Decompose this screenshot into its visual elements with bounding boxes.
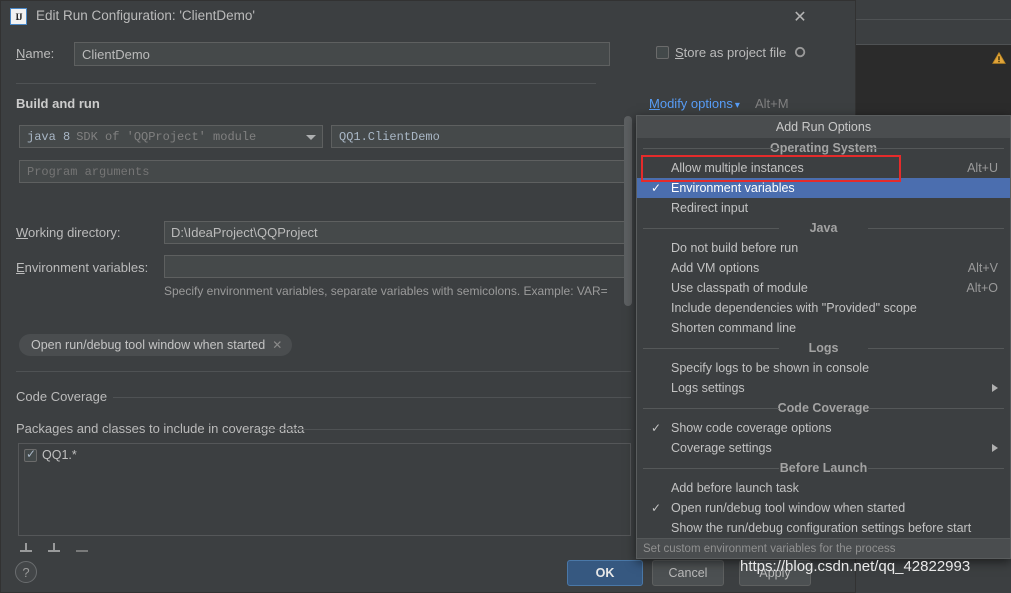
chevron-down-icon[interactable] <box>306 135 316 140</box>
menu-item-label: Specify logs to be shown in console <box>671 361 870 375</box>
gear-icon[interactable] <box>794 46 807 59</box>
check-icon: ✓ <box>651 421 662 435</box>
menu-item-shorten-command-line[interactable]: Shorten command line <box>637 318 1010 338</box>
build-and-run-heading: Build and run <box>16 96 100 111</box>
add-class-button[interactable] <box>46 539 62 555</box>
menu-group-logs: Logs <box>637 338 1010 358</box>
remove-button[interactable] <box>74 539 90 555</box>
chevron-right-icon <box>992 384 998 392</box>
menu-item-specify-logs-to-be-shown-in-console[interactable]: Specify logs to be shown in console <box>637 358 1010 378</box>
menu-item-label: Add VM options <box>671 261 760 275</box>
menu-item-label: Show the run/debug configuration setting… <box>671 521 972 535</box>
menu-item-label: Add before launch task <box>671 481 799 495</box>
menu-group-before-launch: Before Launch <box>637 458 1010 478</box>
menu-item-add-before-launch-task[interactable]: Add before launch task <box>637 478 1010 498</box>
environment-variables-input[interactable] <box>164 255 631 278</box>
check-icon: ✓ <box>651 181 662 195</box>
working-directory-input[interactable] <box>164 221 631 244</box>
ide-toolbar-strip <box>856 0 1011 20</box>
name-label: Name: <box>16 46 55 61</box>
dialog-scrollbar[interactable] <box>624 116 632 536</box>
coverage-list-toolbar <box>18 539 90 555</box>
packages-heading-rule <box>261 429 631 430</box>
help-button[interactable]: ? <box>15 561 37 583</box>
dialog-title: Edit Run Configuration: 'ClientDemo' <box>36 8 256 23</box>
dialog-scrollbar-thumb[interactable] <box>624 116 632 306</box>
menu-item-redirect-input[interactable]: Redirect input <box>637 198 1010 218</box>
menu-item-environment-variables[interactable]: ✓ Environment variables <box>637 178 1010 198</box>
code-coverage-heading-rule <box>113 397 631 398</box>
menu-item-label: Redirect input <box>671 201 749 215</box>
menu-item-accelerator: Alt+O <box>966 281 998 295</box>
menu-group-code-coverage: Code Coverage <box>637 398 1010 418</box>
jre-combo-source: SDK of 'QQProject' module <box>76 129 257 144</box>
store-as-project-file-label: Store as project file <box>675 45 787 60</box>
menu-item-coverage-settings[interactable]: Coverage settings <box>637 438 1010 458</box>
environment-variables-label: Environment variables: <box>16 260 149 275</box>
close-icon[interactable]: ✕ <box>272 338 282 352</box>
menu-group-operating-system: Operating System <box>637 138 1010 158</box>
ide-tab-strip <box>856 20 1011 43</box>
menu-item-label: Show code coverage options <box>671 421 832 435</box>
coverage-package-label: QQ1.* <box>42 448 77 462</box>
option-tag-open-run-debug-tool-window[interactable]: Open run/debug tool window when started … <box>19 334 293 356</box>
menu-item-label: Use classpath of module <box>671 281 808 295</box>
menu-item-include-dependencies-with-provided-scope[interactable]: Include dependencies with "Provided" sco… <box>637 298 1010 318</box>
warning-triangle-icon <box>992 51 1006 64</box>
watermark-url: https://blog.csdn.net/qq_42822993 <box>740 558 971 575</box>
divider-coverage <box>16 371 631 372</box>
cancel-button[interactable]: Cancel <box>652 560 724 586</box>
menu-item-label: Allow multiple instances <box>671 161 804 175</box>
main-class-input[interactable] <box>331 125 631 148</box>
add-package-button[interactable] <box>18 539 34 555</box>
menu-title: Add Run Options <box>637 116 1010 138</box>
coverage-package-checkbox[interactable] <box>24 447 37 462</box>
chevron-down-icon: ▾ <box>734 100 740 111</box>
name-input[interactable] <box>74 42 610 66</box>
menu-item-allow-multiple-instances[interactable]: Allow multiple instances Alt+U <box>637 158 1010 178</box>
menu-item-logs-settings[interactable]: Logs settings <box>637 378 1010 398</box>
coverage-packages-list[interactable]: QQ1.* <box>18 443 631 536</box>
menu-item-show-the-run-debug-configuration-settings-before-start[interactable]: Show the run/debug configuration setting… <box>637 518 1010 538</box>
environment-variables-hint: Specify environment variables, separate … <box>164 284 608 298</box>
menu-item-use-classpath-of-module[interactable]: Use classpath of module Alt+O <box>637 278 1010 298</box>
chevron-right-icon <box>992 444 998 452</box>
ok-button[interactable]: OK <box>567 560 643 586</box>
program-arguments-input[interactable] <box>19 160 631 183</box>
screenshot-root: IJ Edit Run Configuration: 'ClientDemo' … <box>0 0 1011 593</box>
menu-item-label: Shorten command line <box>671 321 797 335</box>
jre-combo-version: java 8 <box>27 129 71 144</box>
menu-item-label: Open run/debug tool window when started <box>671 501 906 515</box>
code-coverage-heading: Code Coverage <box>16 389 108 404</box>
close-icon[interactable]: ✕ <box>790 7 810 27</box>
menu-item-add-vm-options[interactable]: Add VM options Alt+V <box>637 258 1010 278</box>
menu-item-accelerator: Alt+U <box>967 161 998 175</box>
menu-item-label: Include dependencies with "Provided" sco… <box>671 301 917 315</box>
divider-top <box>16 83 596 84</box>
menu-status-text: Set custom environment variables for the… <box>637 538 1010 558</box>
intellij-idea-icon: IJ <box>10 8 27 25</box>
jre-combo[interactable]: java 8 SDK of 'QQProject' module <box>19 125 323 148</box>
menu-item-show-code-coverage-options[interactable]: ✓ Show code coverage options <box>637 418 1010 438</box>
check-icon: ✓ <box>651 501 662 515</box>
menu-item-label: Logs settings <box>671 381 745 395</box>
working-directory-label: Working directory: <box>16 225 121 240</box>
add-run-options-menu: Add Run Options Operating System Allow mu… <box>636 115 1011 559</box>
dialog-titlebar: IJ Edit Run Configuration: 'ClientDemo' … <box>1 1 855 34</box>
menu-item-accelerator: Alt+V <box>967 261 998 275</box>
menu-item-label: Coverage settings <box>671 441 772 455</box>
menu-item-do-not-build-before-run[interactable]: Do not build before run <box>637 238 1010 258</box>
menu-group-java: Java <box>637 218 1010 238</box>
store-as-project-file-row[interactable]: Store as project file <box>656 45 807 60</box>
list-item[interactable]: QQ1.* <box>19 444 630 462</box>
menu-item-open-run-debug-tool-window-when-started[interactable]: ✓ Open run/debug tool window when started <box>637 498 1010 518</box>
modify-options-link[interactable]: Modify options ▾ <box>649 96 740 111</box>
menu-body: Operating System Allow multiple instances… <box>637 138 1010 538</box>
store-as-project-file-checkbox[interactable] <box>656 46 669 59</box>
option-tag-label: Open run/debug tool window when started <box>31 338 266 352</box>
menu-item-label: Environment variables <box>671 181 795 195</box>
modify-options-accel: Alt+M <box>755 96 789 111</box>
menu-item-label: Do not build before run <box>671 241 799 255</box>
